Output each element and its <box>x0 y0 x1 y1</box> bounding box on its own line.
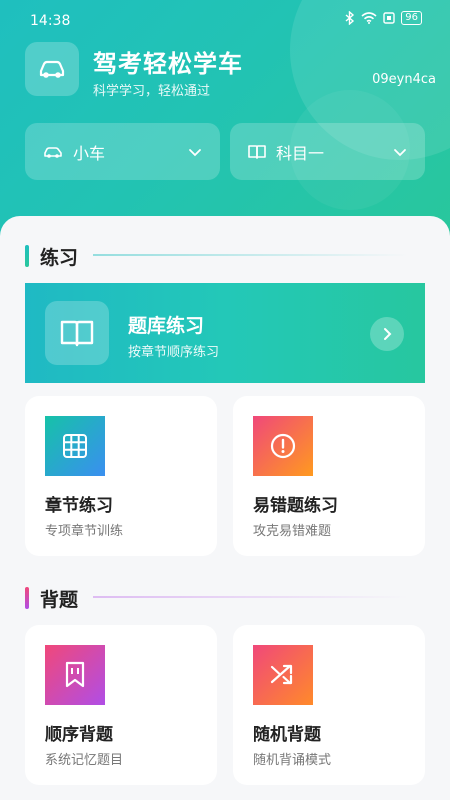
wifi-icon <box>361 12 377 24</box>
status-bar: 14:38 96 <box>0 0 450 40</box>
card-mistake-practice[interactable]: 易错题练习 攻克易错难题 <box>233 396 425 556</box>
user-id: 09eyn4ca <box>372 72 436 87</box>
section-accent-bar <box>25 587 29 609</box>
chevron-down-icon <box>394 148 406 156</box>
car-icon <box>44 146 62 158</box>
question-bank-banner[interactable]: 题库练习 按章节顺序练习 <box>25 283 425 383</box>
card-subtitle: 专项章节训练 <box>45 524 124 539</box>
car-icon <box>39 60 65 78</box>
car-type-selector[interactable]: 小车 <box>25 123 220 180</box>
card-subtitle: 系统记忆题目 <box>45 753 124 768</box>
alert-icon <box>270 433 296 459</box>
card-subtitle: 随机背诵模式 <box>253 753 332 768</box>
grid-icon <box>63 434 87 458</box>
section-memorize-title: 背题 <box>40 588 79 611</box>
shuffle-icon <box>270 664 293 685</box>
status-icons: 96 <box>345 11 422 25</box>
card-title: 随机背题 <box>253 725 321 745</box>
card-title: 易错题练习 <box>253 496 338 516</box>
book-icon <box>60 320 94 347</box>
status-time: 14:38 <box>30 13 71 29</box>
battery-indicator: 96 <box>401 11 422 25</box>
bluetooth-icon <box>345 11 355 25</box>
card-chapter-practice[interactable]: 章节练习 专项章节训练 <box>25 396 217 556</box>
section-divider <box>93 254 408 256</box>
app-title: 驾考轻松学车 <box>93 50 243 78</box>
sim-icon <box>383 12 395 24</box>
card-title: 顺序背题 <box>45 725 113 745</box>
section-practice-title: 练习 <box>40 246 79 269</box>
section-accent-bar <box>25 245 29 267</box>
subject-label: 科目一 <box>276 143 325 163</box>
card-icon-box <box>45 416 105 476</box>
app-subtitle: 科学学习，轻松通过 <box>93 84 211 99</box>
subject-selector[interactable]: 科目一 <box>230 123 425 180</box>
chevron-right-icon <box>384 328 392 340</box>
section-memorize: 背题 <box>25 585 78 611</box>
banner-arrow-button[interactable] <box>370 317 404 351</box>
header: 14:38 96 驾考轻松学车 科学学习，轻松通过 09eyn4ca 小车 科目… <box>0 0 450 240</box>
book-icon <box>248 144 266 159</box>
card-title: 章节练习 <box>45 496 113 516</box>
car-type-label: 小车 <box>73 143 106 163</box>
card-icon-box <box>253 416 313 476</box>
card-random-memorize[interactable]: 随机背题 随机背诵模式 <box>233 625 425 785</box>
card-icon-box <box>45 645 105 705</box>
chevron-down-icon <box>189 148 201 156</box>
banner-subtitle: 按章节顺序练习 <box>128 345 220 360</box>
app-logo <box>25 42 79 96</box>
card-subtitle: 攻克易错难题 <box>253 524 332 539</box>
banner-title: 题库练习 <box>128 315 205 337</box>
banner-icon-box <box>45 301 109 365</box>
section-divider <box>93 596 408 598</box>
card-icon-box <box>253 645 313 705</box>
section-practice: 练习 <box>25 243 78 269</box>
bookmark-icon <box>65 661 85 688</box>
card-sequential-memorize[interactable]: 顺序背题 系统记忆题目 <box>25 625 217 785</box>
